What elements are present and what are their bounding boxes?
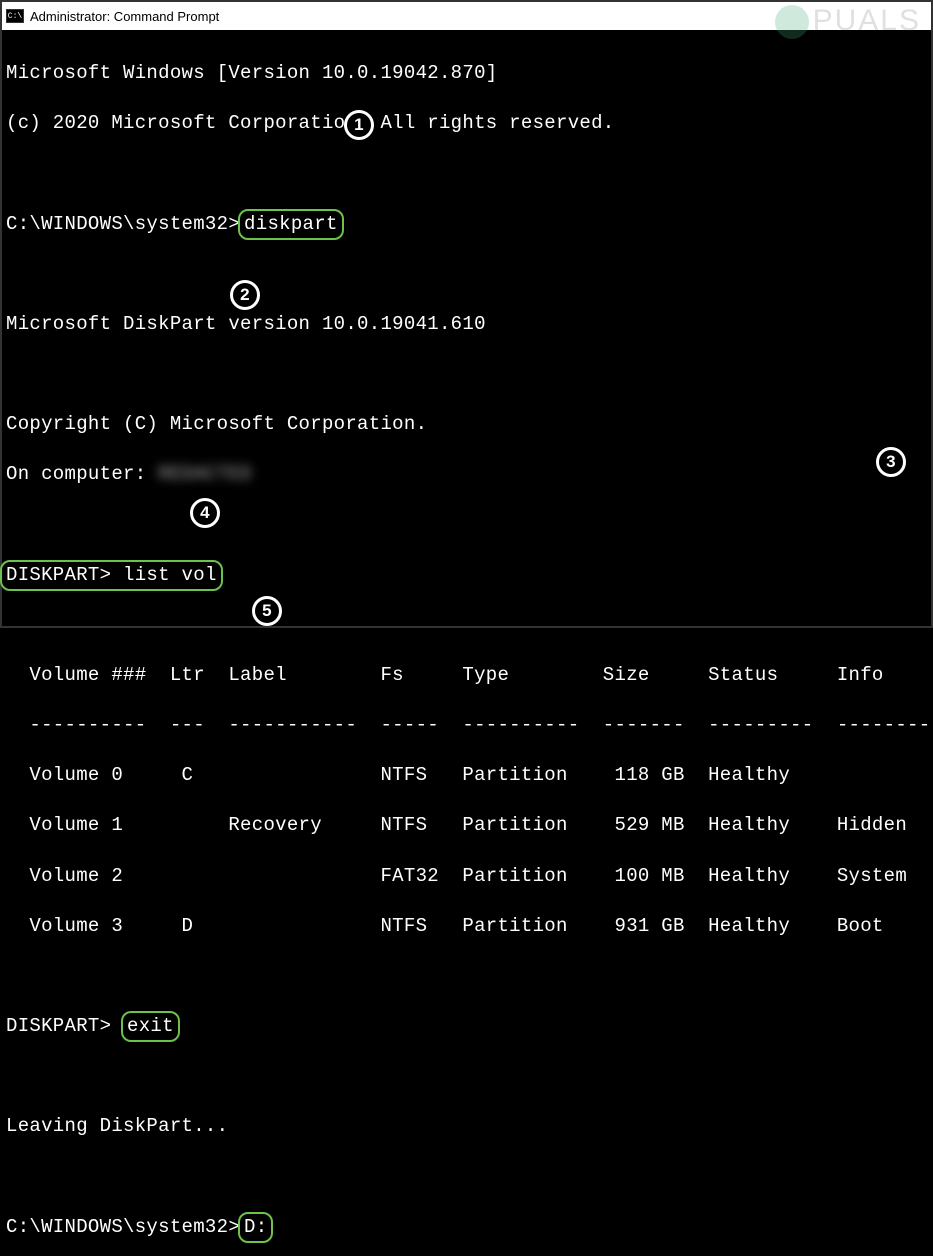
callout-1: 1 bbox=[344, 110, 374, 140]
callout-2: 2 bbox=[230, 280, 260, 310]
table-row: Volume 3 D NTFS Partition 931 GB Healthy… bbox=[6, 914, 931, 939]
cmd-listvol: list vol bbox=[123, 564, 217, 586]
terminal-output[interactable]: Microsoft Windows [Version 10.0.19042.87… bbox=[2, 30, 931, 1256]
callout-4: 4 bbox=[190, 498, 220, 528]
leaving-diskpart: Leaving DiskPart... bbox=[6, 1114, 931, 1139]
highlight-exit: exit bbox=[121, 1011, 180, 1042]
highlight-listvol: DISKPART> list vol bbox=[0, 560, 223, 591]
prompt-line-2: DISKPART> list vol bbox=[2, 563, 931, 588]
copyright-line: (c) 2020 Microsoft Corporation. All righ… bbox=[6, 111, 931, 136]
prompt-line-1: C:\WINDOWS\system32>diskpart bbox=[6, 212, 931, 237]
prompt-line-3: DISKPART> exit bbox=[6, 1014, 931, 1039]
cmd-icon: C:\ bbox=[6, 9, 24, 23]
table-divider: ---------- --- ----------- ----- -------… bbox=[6, 713, 931, 738]
callout-3: 3 bbox=[876, 447, 906, 477]
table-row: Volume 1 Recovery NTFS Partition 529 MB … bbox=[6, 813, 931, 838]
highlight-drive: D: bbox=[238, 1212, 273, 1243]
on-computer-line: On computer: REDACTED bbox=[6, 462, 931, 487]
highlight-diskpart: diskpart bbox=[238, 209, 344, 240]
table-row: Volume 0 C NTFS Partition 118 GB Healthy bbox=[6, 763, 931, 788]
diskpart-prompt: DISKPART> bbox=[6, 564, 123, 586]
prompt-path: C:\WINDOWS\system32> bbox=[6, 1216, 240, 1238]
diskpart-prompt: DISKPART> bbox=[6, 1015, 123, 1037]
computer-name-redacted: REDACTED bbox=[158, 463, 252, 485]
prompt-path: C:\WINDOWS\system32> bbox=[6, 213, 240, 235]
diskpart-version: Microsoft DiskPart version 10.0.19041.61… bbox=[6, 312, 931, 337]
table-row: Volume 2 FAT32 Partition 100 MB Healthy … bbox=[6, 864, 931, 889]
prompt-line-4: C:\WINDOWS\system32>D: bbox=[6, 1215, 931, 1240]
callout-5: 5 bbox=[252, 596, 282, 626]
window-title: Administrator: Command Prompt bbox=[30, 9, 219, 24]
table-header: Volume ### Ltr Label Fs Type Size Status… bbox=[6, 663, 931, 688]
cmd-exit: exit bbox=[127, 1015, 174, 1037]
os-version-line: Microsoft Windows [Version 10.0.19042.87… bbox=[6, 61, 931, 86]
diskpart-copyright: Copyright (C) Microsoft Corporation. bbox=[6, 412, 931, 437]
cmd-drive: D: bbox=[244, 1216, 267, 1238]
cmd-diskpart: diskpart bbox=[244, 213, 338, 235]
